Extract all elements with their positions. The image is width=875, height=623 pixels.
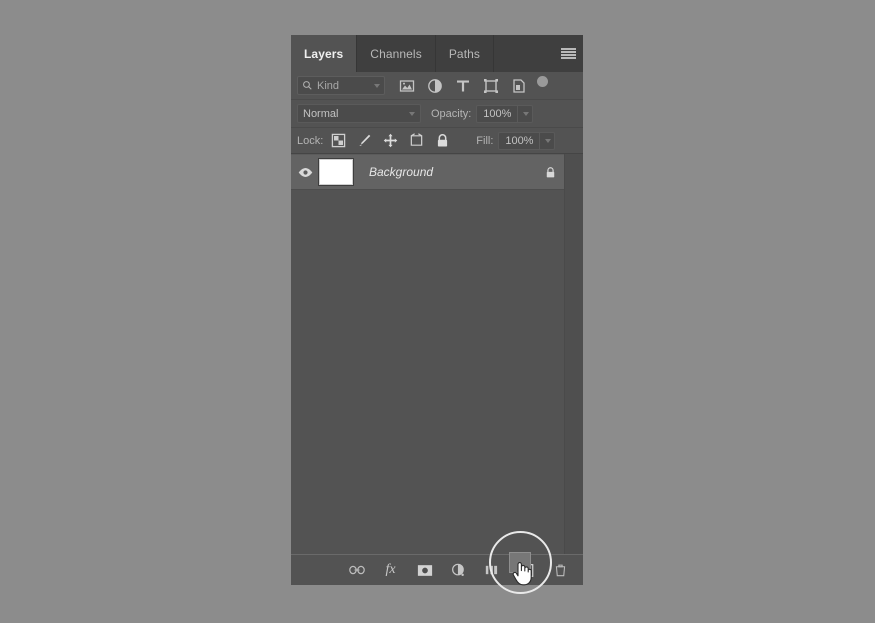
- eye-icon: [298, 167, 312, 177]
- layer-name[interactable]: Background: [369, 165, 544, 179]
- tab-paths-label: Paths: [448, 46, 480, 61]
- fill-label: Fill:: [476, 134, 494, 147]
- adjustment-layer-button[interactable]: [450, 562, 467, 579]
- lock-row: Lock: Fill: 100%: [291, 128, 583, 154]
- link-layers-button[interactable]: [348, 562, 365, 579]
- fill-input[interactable]: 100%: [498, 131, 541, 150]
- panel-menu-button[interactable]: [553, 35, 583, 72]
- search-icon: [303, 81, 312, 90]
- chevron-down-icon: [523, 111, 530, 116]
- tabbar-filler: [494, 35, 553, 72]
- layer-visibility-toggle[interactable]: [291, 167, 319, 178]
- panel-tabbar: Layers Channels Paths: [291, 35, 583, 72]
- add-layer-mask-button[interactable]: [416, 562, 433, 579]
- adjustment-layer-filter-icon[interactable]: [427, 78, 443, 94]
- filter-toggle-switch[interactable]: [537, 75, 548, 87]
- link-icon: [348, 565, 365, 575]
- tab-channels[interactable]: Channels: [357, 35, 436, 72]
- blend-mode-value: Normal: [303, 107, 339, 120]
- layers-panel: Layers Channels Paths Kind Normal Opacit…: [291, 35, 583, 585]
- chevron-down-icon: [374, 83, 380, 88]
- lock-label: Lock:: [297, 134, 324, 147]
- fill-stepper[interactable]: [540, 131, 556, 150]
- lock-icon[interactable]: [544, 166, 557, 179]
- chevron-down-icon: [409, 111, 415, 116]
- table-row[interactable]: Background: [291, 154, 565, 190]
- layer-list: Background: [291, 154, 583, 554]
- lock-buttons: [331, 133, 450, 148]
- blend-mode-dropdown[interactable]: Normal: [297, 104, 421, 123]
- delete-layer-button[interactable]: [552, 562, 569, 579]
- tab-layers[interactable]: Layers: [291, 35, 358, 72]
- lock-image-pixels-icon[interactable]: [357, 133, 372, 148]
- fx-icon: fx: [385, 562, 396, 577]
- tab-channels-label: Channels: [370, 46, 422, 61]
- pixel-layer-filter-icon[interactable]: [399, 78, 415, 94]
- layer-thumbnail[interactable]: [318, 158, 354, 186]
- lock-artboard-nesting-icon[interactable]: [409, 133, 424, 148]
- tab-layers-label: Layers: [304, 46, 344, 61]
- folder-icon: [485, 565, 498, 575]
- lock-all-icon[interactable]: [435, 133, 450, 148]
- chevron-down-icon: [545, 138, 552, 143]
- adjustment-circle-icon: [452, 563, 464, 576]
- layer-filter-row: Kind: [291, 72, 583, 100]
- shape-layer-filter-icon[interactable]: [483, 78, 499, 94]
- lock-transparent-pixels-icon[interactable]: [331, 133, 346, 148]
- blend-mode-row: Normal Opacity: 100%: [291, 100, 583, 128]
- opacity-input[interactable]: 100%: [476, 104, 519, 123]
- smart-object-filter-icon[interactable]: [511, 78, 527, 94]
- opacity-stepper[interactable]: [518, 104, 534, 123]
- layer-list-scrollbar[interactable]: [564, 154, 583, 554]
- new-group-button[interactable]: [484, 562, 501, 579]
- mask-icon: [417, 564, 432, 576]
- layer-style-button[interactable]: fx: [382, 562, 399, 579]
- type-layer-filter-icon[interactable]: [455, 78, 471, 94]
- filter-kind-dropdown[interactable]: Kind: [297, 76, 385, 95]
- opacity-label: Opacity:: [431, 107, 472, 120]
- lock-position-icon[interactable]: [383, 133, 398, 148]
- filter-kind-label: Kind: [317, 79, 340, 92]
- layers-bottom-toolbar: fx: [291, 554, 583, 585]
- tab-paths[interactable]: Paths: [435, 35, 494, 72]
- hamburger-menu-icon: [560, 48, 576, 59]
- new-layer-button-highlight: [509, 552, 531, 573]
- filter-type-icons: [399, 78, 527, 94]
- trash-icon: [555, 564, 566, 577]
